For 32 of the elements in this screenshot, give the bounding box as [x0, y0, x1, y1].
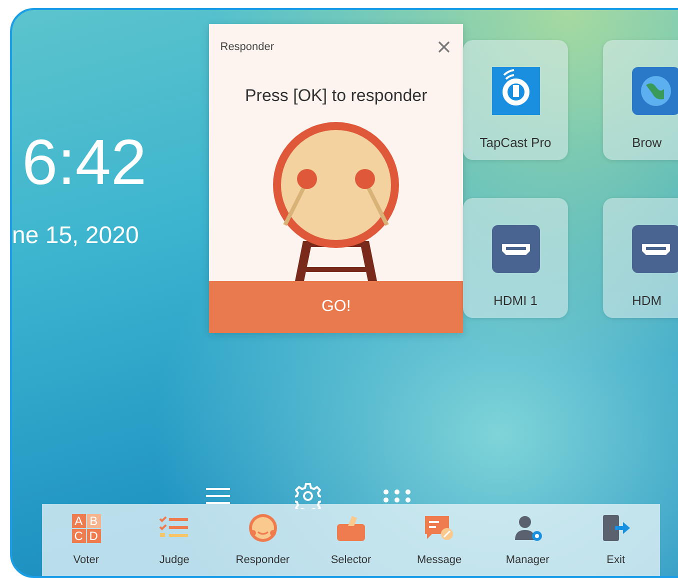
menu-icon[interactable]	[206, 487, 230, 505]
app-tile[interactable]: Brow	[603, 40, 678, 160]
app-label: HDM	[632, 293, 662, 308]
tool-button[interactable]: Responder	[218, 504, 307, 576]
app-tile[interactable]: TapCast Pro	[463, 40, 568, 160]
hdmi-icon	[632, 225, 678, 273]
close-button[interactable]	[437, 40, 451, 54]
tool-button[interactable]: Selector	[306, 504, 396, 576]
tool-button[interactable]: Judge	[130, 504, 219, 576]
box-icon	[336, 514, 366, 542]
globe-icon	[632, 67, 678, 115]
tool-button[interactable]: Exit	[572, 504, 660, 576]
tool-button[interactable]: Manager	[483, 504, 572, 576]
app-label: HDMI 1	[493, 293, 538, 308]
tool-button[interactable]: A B C D Voter	[42, 504, 130, 576]
app-label: TapCast Pro	[480, 135, 552, 150]
clock-date: ne 15, 2020	[12, 222, 140, 250]
message-icon	[424, 514, 454, 542]
exit-icon	[600, 514, 631, 542]
clock-time: 6:42	[22, 130, 148, 194]
cast-app-icon	[492, 67, 540, 115]
tool-button[interactable]: Message	[395, 504, 484, 576]
settings-icon[interactable]	[295, 483, 321, 509]
app-label: Brow	[632, 135, 662, 150]
app-tile[interactable]: HDMI 1	[463, 198, 568, 318]
smiley-icon	[248, 513, 278, 543]
user-settings-icon	[512, 514, 543, 542]
dialog-message: Press [OK] to responder	[244, 86, 428, 106]
apps-grid-icon[interactable]	[383, 489, 411, 503]
hdmi-icon	[492, 225, 540, 273]
dialog-title: Responder	[220, 41, 274, 53]
app-tile[interactable]: HDM	[603, 198, 678, 318]
